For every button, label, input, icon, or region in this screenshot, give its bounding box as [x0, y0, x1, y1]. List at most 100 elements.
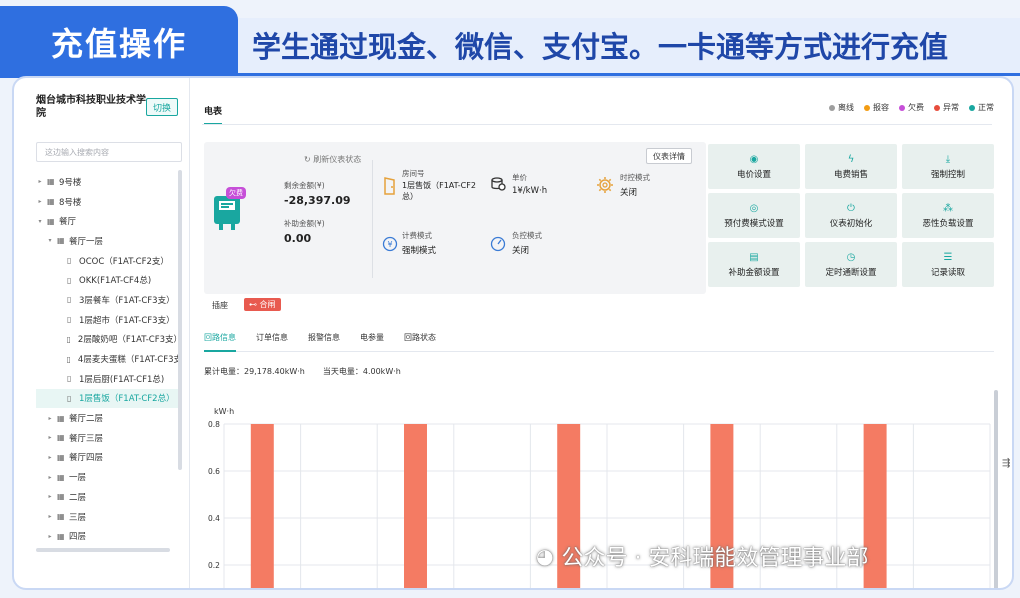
tree-horizontal-scrollbar[interactable]: [36, 548, 170, 552]
action-button[interactable]: ⏻ 仪表初始化: [805, 193, 897, 238]
switch-button[interactable]: 切换: [146, 98, 178, 116]
chart-options-icon[interactable]: ⇶: [1002, 458, 1010, 469]
banner-tag: 充值操作: [0, 6, 238, 78]
expand-arrow-icon[interactable]: ▸: [46, 513, 54, 520]
sub-tab[interactable]: 回路信息: [204, 330, 236, 352]
y-tick-label: 0.8: [208, 420, 220, 429]
tree-item[interactable]: ▯ 1层后厨(F1AT-CF1总): [36, 369, 182, 389]
tree-item[interactable]: ▯ OCOC（F1AT-CF2支）: [36, 251, 182, 271]
tree-item[interactable]: ▯ OKK(F1AT-CF4总): [36, 270, 182, 290]
tree-item[interactable]: ▸ ▦ 二层: [36, 487, 182, 507]
tab-electric-meter[interactable]: 电表: [204, 104, 223, 125]
collapse-arrow-icon[interactable]: ▾: [46, 237, 54, 244]
expand-arrow-icon[interactable]: ▸: [36, 178, 44, 185]
expand-arrow-icon[interactable]: ▸: [46, 474, 54, 481]
action-button[interactable]: ϟ 电费销售: [805, 144, 897, 189]
action-button[interactable]: ◉ 电价设置: [708, 144, 800, 189]
total-energy: 累计电量：29,178.40kW·h: [204, 367, 305, 376]
legend-dot: [969, 104, 975, 111]
switch-status-badge[interactable]: ⊷ 合闸: [244, 298, 281, 311]
tree-item-label: OCOC（F1AT-CF2支）: [79, 256, 169, 267]
meter-detail-button[interactable]: 仪表详情: [646, 148, 692, 164]
tree-item[interactable]: ▯ 1层超市（F1AT-CF3支）: [36, 310, 182, 330]
tree-vertical-scrollbar[interactable]: [178, 170, 182, 470]
expand-arrow-icon[interactable]: ▸: [46, 415, 54, 422]
action-button[interactable]: ⤓ 强制控制: [902, 144, 994, 189]
building-icon: ▦: [47, 216, 55, 226]
meter-node-icon: ▯: [66, 354, 71, 364]
tab-divider: [202, 124, 992, 125]
y-tick-label: 0.2: [208, 561, 220, 570]
tree-item[interactable]: ▯ 3层餐车（F1AT-CF3支）: [36, 290, 182, 310]
refresh-status-link[interactable]: ↻ 刷新仪表状态: [304, 154, 361, 165]
legend-label: 离线: [838, 103, 854, 112]
action-button[interactable]: ◎ 预付费模式设置: [708, 193, 800, 238]
sub-tab[interactable]: 回路状态: [404, 330, 436, 352]
tree-item[interactable]: ▸ ▦ 三层: [36, 507, 182, 527]
tree-item[interactable]: ▸ ▦ 餐厅二层: [36, 408, 182, 428]
watermark: ◕ 公众号 · 安科瑞能效管理事业部: [536, 540, 868, 572]
legend-label: 欠费: [908, 103, 924, 112]
legend-dot: [934, 104, 940, 111]
action-button[interactable]: ▤ 补助金额设置: [708, 242, 800, 287]
expand-arrow-icon[interactable]: ▸: [46, 454, 54, 461]
action-button[interactable]: ⁂ 恶性负载设置: [902, 193, 994, 238]
tree-item-label: 餐厅一层: [69, 236, 104, 247]
tree-item[interactable]: ▾ ▦ 餐厅: [36, 211, 182, 231]
tree-item[interactable]: ▸ ▦ 餐厅三层: [36, 428, 182, 448]
billing-mode-label: 计费模式: [402, 231, 432, 240]
banner-text: 学生通过现金、微信、支付宝。一卡通等方式进行充值: [252, 30, 949, 64]
tree-item[interactable]: ▸ ▦ 9号楼: [36, 172, 182, 192]
tree-item-label: 8号楼: [59, 197, 82, 208]
building-icon: ▦: [57, 472, 65, 482]
tree-item-label: 二层: [69, 492, 87, 503]
tree-search-input[interactable]: 这边输入搜索内容: [36, 142, 182, 162]
action-label: 定时通断设置: [825, 267, 877, 278]
tree-item[interactable]: ▸ ▦ 四层: [36, 526, 182, 546]
billing-mode-value: 强制模式: [402, 246, 437, 256]
chart-scrollbar[interactable]: [994, 390, 998, 588]
building-icon: ▦: [57, 433, 65, 443]
tree-item[interactable]: ▯ 1层售饭（F1AT-CF2总）: [36, 388, 182, 409]
app-window: 烟台城市科技职业技术学院 切换 这边输入搜索内容 ▸ ▦ 9号楼 ▸ ▦ 8号楼 ▾ ▦ 餐厅 ▾…: [12, 76, 1014, 590]
expand-arrow-icon[interactable]: ▸: [36, 198, 44, 205]
action-label: 电费销售: [833, 169, 868, 180]
sub-tab[interactable]: 报警信息: [308, 330, 340, 352]
prepaid-icon: ◎: [749, 202, 759, 214]
legend-item: 异常: [934, 102, 959, 113]
gauge-icon: [490, 236, 506, 252]
time-control-label: 时控模式: [620, 173, 650, 182]
yuan-icon: ¥: [382, 236, 398, 252]
watermark-text: 公众号 · 安科瑞能效管理事业部: [561, 546, 869, 571]
tree-item-label: 1层后厨(F1AT-CF1总): [79, 374, 165, 385]
action-button[interactable]: ☰ 记录读取: [902, 242, 994, 287]
collapse-arrow-icon[interactable]: ▾: [36, 218, 44, 225]
tree-item[interactable]: ▸ ▦ 餐厅四层: [36, 448, 182, 468]
tree-item[interactable]: ▯ 2层酸奶吧（F1AT-CF3支）: [36, 330, 182, 350]
room-value: 1层售饭（F1AT-CF2总）: [402, 181, 476, 201]
tree-item[interactable]: ▸ ▦ 8号楼: [36, 192, 182, 212]
tree-item-label: 三层: [69, 512, 87, 523]
building-icon: ▦: [57, 512, 65, 522]
legend-item: 正常: [969, 102, 994, 113]
meter-node-icon: ▯: [67, 295, 72, 305]
action-button[interactable]: ◷ 定时通断设置: [805, 242, 897, 287]
load-control-value: 关闭: [512, 246, 530, 256]
tree-item-label: 餐厅四层: [69, 453, 104, 464]
door-icon: [384, 177, 395, 195]
tree-item[interactable]: ▾ ▦ 餐厅一层: [36, 231, 182, 251]
y-tick-label: 0.6: [208, 467, 220, 476]
y-axis-unit: kW·h: [214, 407, 234, 416]
expand-arrow-icon[interactable]: ▸: [46, 493, 54, 500]
expand-arrow-icon[interactable]: ▸: [46, 434, 54, 441]
sub-tab[interactable]: 电参量: [360, 330, 384, 352]
owe-badge: 欠费: [226, 187, 246, 199]
expand-arrow-icon[interactable]: ▸: [46, 533, 54, 540]
tree-item[interactable]: ▯ 4层麦夫蛋糕（F1AT-CF3支: [36, 349, 182, 369]
load-control-label: 负控模式: [512, 231, 542, 240]
action-label: 电价设置: [736, 169, 771, 180]
tree-item[interactable]: ▸ ▦ 一层: [36, 467, 182, 487]
sub-tab[interactable]: 订单信息: [256, 330, 288, 352]
building-icon: ▦: [57, 492, 65, 502]
bar: [404, 424, 427, 588]
